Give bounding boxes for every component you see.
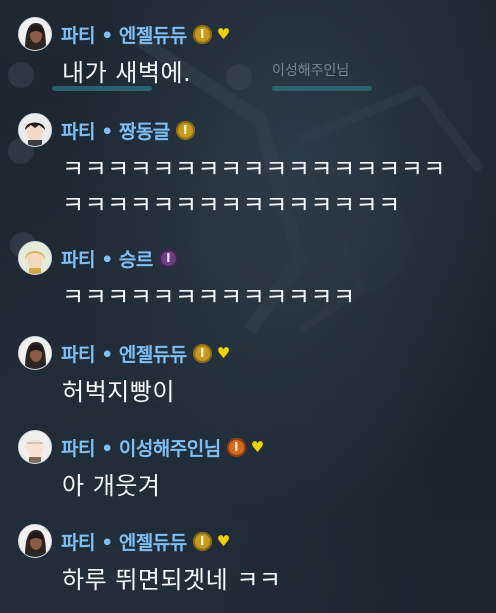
rank-badge-icon: I — [192, 531, 212, 551]
chat-message: 파티 • 짱동글 I ㅋㅋㅋㅋㅋㅋㅋㅋㅋㅋㅋㅋㅋㅋㅋㅋㅋ ㅋㅋㅋㅋㅋㅋㅋㅋㅋㅋㅋㅋㅋㅋ… — [18, 113, 488, 223]
sender-name[interactable]: 파티 • 짱동글 — [61, 117, 170, 144]
rank-badge-icon: I — [192, 24, 212, 44]
message-text: ㅋㅋㅋㅋㅋㅋㅋㅋㅋㅋㅋㅋㅋ — [62, 283, 356, 311]
avatar[interactable] — [18, 17, 52, 51]
status-bar-overlay — [0, 0, 496, 10]
chat-message: 파티 • 승르 I ㅋㅋㅋㅋㅋㅋㅋㅋㅋㅋㅋㅋㅋ — [18, 241, 488, 315]
chat-message-header: 파티 • 짱동글 I — [18, 113, 488, 147]
chat-message-header: 파티 • 엔젤듀듀 I ♥ — [18, 336, 488, 370]
sender-name[interactable]: 파티 • 엔젤듀듀 — [61, 528, 187, 555]
avatar[interactable] — [18, 430, 52, 464]
message-text: 허벅지빵이 — [62, 378, 175, 406]
chat-message: 파티 • 엔젤듀듀 I ♥ 허벅지빵이 — [18, 336, 488, 410]
chat-message-header: 파티 • 엔젤듀듀 I ♥ — [18, 17, 488, 51]
avatar[interactable] — [18, 241, 52, 275]
rank-badge-icon: I — [175, 120, 195, 140]
avatar[interactable] — [18, 113, 52, 147]
rank-badge-icon: I — [192, 343, 212, 363]
heart-icon: ♥ — [216, 531, 231, 550]
avatar[interactable] — [18, 524, 52, 558]
chat-message: 파티 • 엔젤듀듀 I ♥ 하루 뛰면되겟네 ㅋㅋ — [18, 524, 488, 598]
message-text: 하루 뛰면되겟네 ㅋㅋ — [62, 566, 282, 594]
heart-icon: ♥ — [216, 24, 231, 43]
rank-badge-icon: I — [158, 248, 178, 268]
rank-badge-icon: I — [226, 437, 246, 457]
chat-message: 파티 • 엔젤듀듀 I ♥ 내가 새벽에. — [18, 17, 488, 91]
heart-icon: ♥ — [216, 343, 231, 362]
chat-message-header: 파티 • 이성해주인님 I ♥ — [18, 430, 488, 464]
heart-icon: ♥ — [250, 437, 265, 456]
message-text: 아 개웃겨 — [62, 472, 161, 500]
avatar[interactable] — [18, 336, 52, 370]
message-text: ㅋㅋㅋㅋㅋㅋㅋㅋㅋㅋㅋㅋㅋㅋㅋㅋㅋ — [62, 155, 446, 183]
message-text: 내가 새벽에. — [62, 59, 192, 87]
sender-name[interactable]: 파티 • 승르 — [61, 245, 153, 272]
message-text: ㅋㅋㅋㅋㅋㅋㅋㅋㅋㅋㅋㅋㅋㅋㅋ — [62, 191, 401, 219]
sender-name[interactable]: 파티 • 이성해주인님 — [61, 434, 221, 461]
sender-name[interactable]: 파티 • 엔젤듀듀 — [61, 340, 187, 367]
chat-message: 파티 • 이성해주인님 I ♥ 아 개웃겨 — [18, 430, 488, 504]
sender-name[interactable]: 파티 • 엔젤듀듀 — [61, 21, 187, 48]
chat-message-header: 파티 • 엔젤듀듀 I ♥ — [18, 524, 488, 558]
chat-message-header: 파티 • 승르 I — [18, 241, 488, 275]
